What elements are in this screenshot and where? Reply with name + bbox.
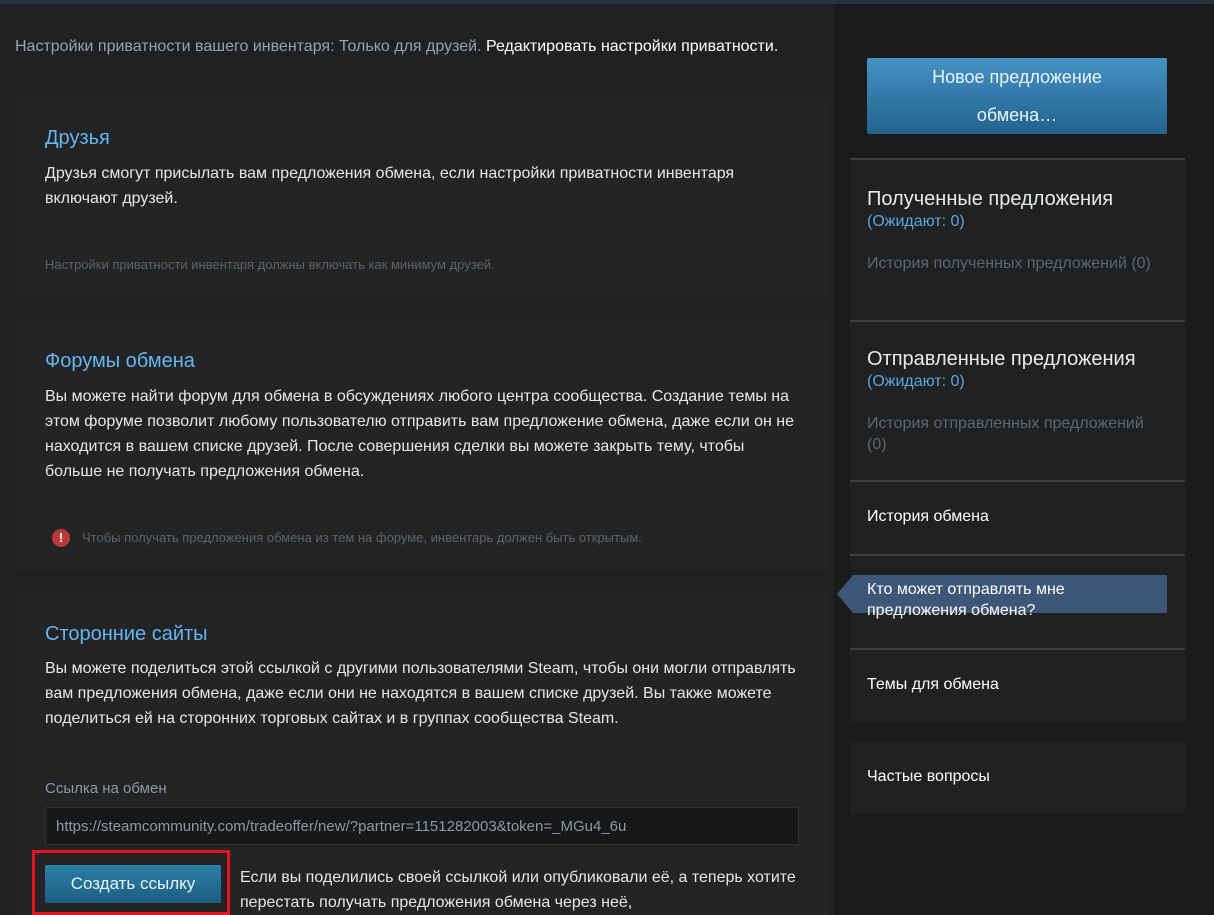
sent-offers-section: Отправленные предложения (Ожидают: 0) Ис…: [850, 322, 1185, 480]
sent-history-link[interactable]: История отправленных предложений (0): [867, 413, 1167, 455]
faq-link[interactable]: Частые вопросы: [867, 768, 990, 786]
friends-body: Друзья смогут присылать вам предложения …: [45, 165, 735, 207]
new-offer-line1: Новое предложение: [932, 67, 1102, 87]
new-offer-line2: обмена…: [976, 105, 1058, 125]
third-party-title: Сторонние сайты: [45, 623, 208, 645]
revoke-text: Если вы поделились своей ссылкой или опу…: [240, 869, 796, 911]
privacy-note: Настройки приватности вашего инвентаря: …: [15, 36, 795, 58]
trade-topics-link[interactable]: Темы для обмена: [867, 676, 999, 694]
forums-body: Вы можете найти форум для обмена в обсуж…: [45, 388, 794, 480]
sent-pending-link[interactable]: (Ожидают: 0): [867, 373, 965, 391]
privacy-text: Настройки приватности вашего инвентаря: …: [15, 38, 482, 55]
friends-panel: Друзья Друзья смогут присылать вам предл…: [15, 97, 830, 297]
forums-panel: Форумы обмена Вы можете найти форум для …: [15, 320, 830, 570]
received-title: Полученные предложения: [867, 188, 1114, 210]
warning-icon: !: [52, 529, 70, 547]
trade-link-input[interactable]: [45, 807, 799, 845]
trade-history-link[interactable]: История обмена: [867, 508, 989, 526]
new-trade-offer-button[interactable]: Новое предложение обмена…: [867, 58, 1167, 134]
forums-title: Форумы обмена: [45, 350, 195, 372]
highlight-box: [32, 850, 230, 915]
sidebar: Новое предложение обмена… Полученные пре…: [837, 20, 1197, 826]
who-can-send-item[interactable]: Кто может отправлять мне предложения обм…: [837, 575, 1167, 619]
trade-link-label: Ссылка на обмен: [45, 780, 167, 797]
forums-warning: Чтобы получать предложения обмена из тем…: [82, 530, 642, 545]
received-pending-link[interactable]: (Ожидают: 0): [867, 213, 965, 231]
who-can-send-label: Кто может отправлять мне предложения обм…: [867, 581, 1065, 619]
friends-note: Настройки приватности инвентаря должны в…: [45, 257, 495, 272]
received-offers-section: Полученные предложения (Ожидают: 0) Исто…: [850, 160, 1185, 320]
third-party-body: Вы можете поделиться этой ссылкой с друг…: [45, 660, 796, 727]
sent-title: Отправленные предложения: [867, 348, 1136, 370]
friends-title: Друзья: [45, 127, 110, 149]
received-history-link[interactable]: История полученных предложений (0): [867, 253, 1167, 274]
edit-privacy-link[interactable]: Редактировать настройки приватности.: [486, 38, 778, 55]
